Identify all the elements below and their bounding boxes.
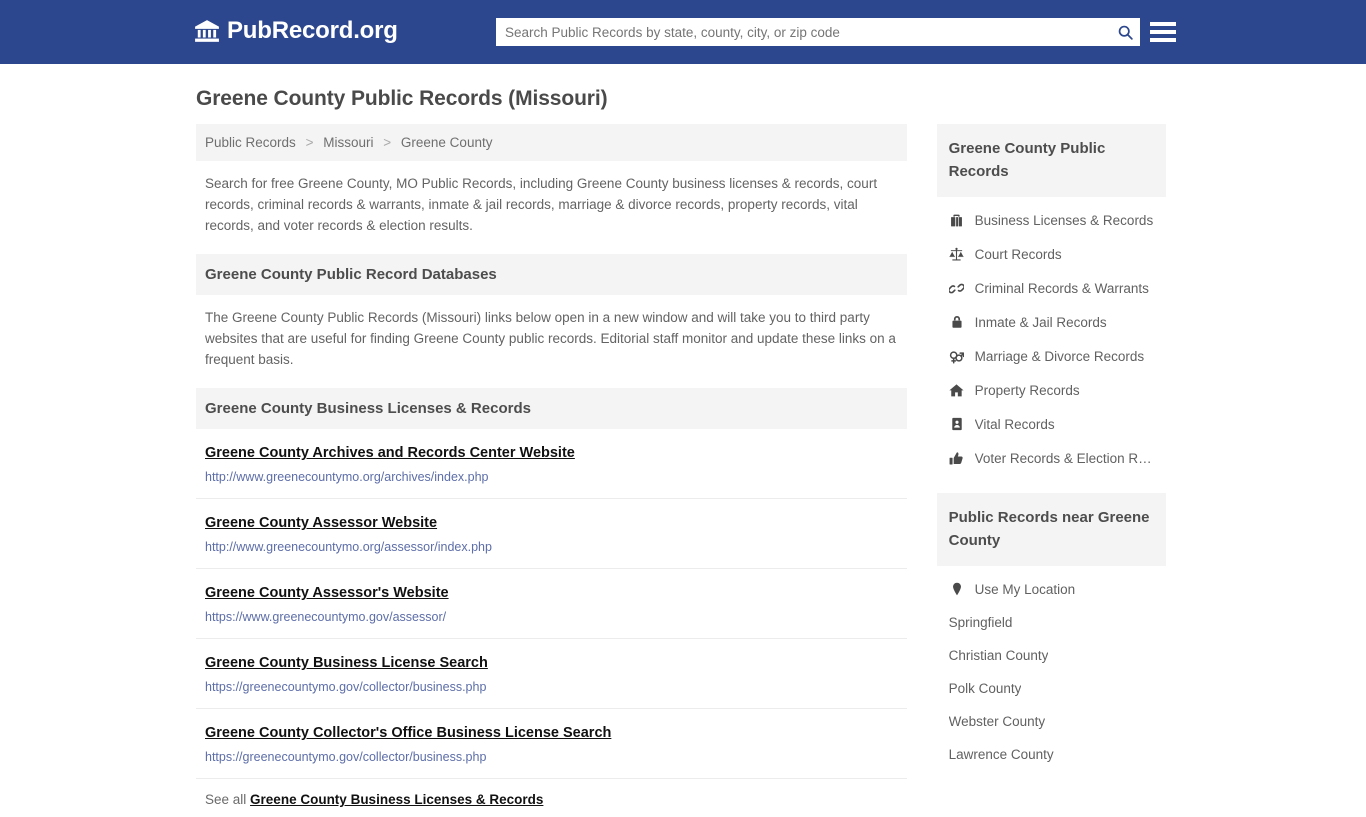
hamburger-bar-2 xyxy=(1150,30,1176,34)
page-title: Greene County Public Records (Missouri) xyxy=(196,87,608,110)
search-button[interactable] xyxy=(1110,19,1140,45)
breadcrumb-item-missouri[interactable]: Missouri xyxy=(323,135,373,150)
sidebar-item-label: Business Licenses & Records xyxy=(974,212,1154,228)
home-icon xyxy=(949,382,965,398)
breadcrumb-item-greene-county: Greene County xyxy=(400,135,493,150)
sidebar-item-label: Vital Records xyxy=(974,416,1055,432)
databases-section-heading: Greene County Public Record Databases xyxy=(196,254,907,295)
record-link-title[interactable]: Greene County Collector's Office Busines… xyxy=(205,725,611,741)
record-link-url[interactable]: http://www.greenecountymo.org/archives/i… xyxy=(205,470,898,484)
sidebar-item-webster-county[interactable]: Webster County xyxy=(937,705,1166,738)
record-link-url[interactable]: http://www.greenecountymo.org/assessor/i… xyxy=(205,540,898,554)
main-content: Public Records > Missouri > Greene Count… xyxy=(196,124,907,817)
record-link-url[interactable]: https://www.greenecountymo.gov/assessor/ xyxy=(205,610,898,624)
sidebar-item-label: Property Records xyxy=(974,382,1080,398)
sidebar-item-inmate-jail-records[interactable]: Inmate & Jail Records xyxy=(937,305,1166,339)
sidebar-item-lawrence-county[interactable]: Lawrence County xyxy=(937,738,1166,771)
sidebar-item-label: Lawrence County xyxy=(948,747,1054,762)
sidebar-near-list: Use My Location Springfield Christian Co… xyxy=(937,566,1166,771)
search-input[interactable] xyxy=(496,19,1110,45)
sidebar-item-polk-county[interactable]: Polk County xyxy=(937,672,1166,705)
sidebar-item-voter-records[interactable]: Voter Records & Election R… xyxy=(937,441,1166,475)
breadcrumb-separator: > xyxy=(383,135,392,150)
sidebar-records-heading: Greene County Public Records xyxy=(936,124,1166,197)
scales-balance-icon xyxy=(949,246,965,262)
site-header: PubRecord.org xyxy=(0,0,1366,64)
site-logo-text: PubRecord.org xyxy=(227,17,398,44)
hamburger-bar-3 xyxy=(1150,38,1176,42)
list-item: Greene County Business License Search ht… xyxy=(196,639,907,709)
sidebar-item-label: Inmate & Jail Records xyxy=(974,314,1107,330)
sidebar-records-list: Business Licenses & Records Court Record… xyxy=(937,197,1166,475)
breadcrumb: Public Records > Missouri > Greene Count… xyxy=(196,124,907,161)
sidebar-item-label: Voter Records & Election R… xyxy=(974,450,1152,466)
sidebar-item-criminal-records[interactable]: Criminal Records & Warrants xyxy=(937,271,1166,305)
list-item: Greene County Archives and Records Cente… xyxy=(196,429,907,499)
list-item: Greene County Assessor Website http://ww… xyxy=(196,499,907,569)
venus-mars-icon xyxy=(949,348,965,364)
sidebar-item-label: Court Records xyxy=(974,246,1062,262)
lock-icon xyxy=(949,314,965,330)
business-section-heading: Greene County Business Licenses & Record… xyxy=(196,388,907,429)
breadcrumb-separator: > xyxy=(305,135,314,150)
sidebar-item-label: Springfield xyxy=(948,615,1013,630)
thumbs-up-icon xyxy=(949,450,965,466)
sidebar-item-christian-county[interactable]: Christian County xyxy=(937,639,1166,672)
search-icon xyxy=(1117,24,1134,41)
record-link-title[interactable]: Greene County Archives and Records Cente… xyxy=(205,445,575,461)
id-badge-icon xyxy=(949,416,965,432)
sidebar-item-label: Webster County xyxy=(948,714,1046,729)
bank-icon xyxy=(194,18,220,44)
sidebar-item-label: Marriage & Divorce Records xyxy=(974,348,1145,364)
sidebar-item-label: Polk County xyxy=(948,681,1022,696)
see-all-link[interactable]: Greene County Business Licenses & Record… xyxy=(250,792,543,807)
sidebar-item-vital-records[interactable]: Vital Records xyxy=(937,407,1166,441)
sidebar-near-heading: Public Records near Greene County xyxy=(936,493,1166,566)
list-item: Greene County Collector's Office Busines… xyxy=(196,709,907,779)
sidebar-item-court-records[interactable]: Court Records xyxy=(937,237,1166,271)
hamburger-menu-icon[interactable] xyxy=(1150,19,1176,45)
sidebar-item-use-my-location[interactable]: Use My Location xyxy=(937,572,1166,606)
record-link-title[interactable]: Greene County Business License Search xyxy=(205,655,488,671)
list-item: Greene County Assessor's Website https:/… xyxy=(196,569,907,639)
hamburger-bar-1 xyxy=(1150,22,1176,26)
see-all-row: See all Greene County Business Licenses … xyxy=(196,779,907,817)
breadcrumb-item-public-records[interactable]: Public Records xyxy=(205,135,296,150)
sidebar-item-label: Use My Location xyxy=(974,581,1076,597)
record-link-title[interactable]: Greene County Assessor Website xyxy=(205,515,437,531)
intro-paragraph: Search for free Greene County, MO Public… xyxy=(205,176,878,233)
record-link-title[interactable]: Greene County Assessor's Website xyxy=(205,585,449,601)
search-bar xyxy=(496,18,1140,46)
sidebar: Greene County Public Records Business Li… xyxy=(936,124,1166,771)
sidebar-item-marriage-divorce-records[interactable]: Marriage & Divorce Records xyxy=(937,339,1166,373)
handcuffs-icon xyxy=(949,280,965,296)
site-logo-link[interactable]: PubRecord.org xyxy=(194,18,398,44)
record-link-url[interactable]: https://greenecountymo.gov/collector/bus… xyxy=(205,680,898,694)
databases-paragraph: The Greene County Public Records (Missou… xyxy=(205,310,896,367)
see-all-prefix: See all xyxy=(205,792,247,807)
sidebar-item-springfield[interactable]: Springfield xyxy=(937,606,1166,639)
sidebar-item-label: Christian County xyxy=(948,648,1049,663)
sidebar-item-property-records[interactable]: Property Records xyxy=(937,373,1166,407)
briefcase-icon xyxy=(949,212,965,228)
sidebar-item-label: Criminal Records & Warrants xyxy=(974,280,1149,296)
page-layout: Public Records > Missouri > Greene Count… xyxy=(196,124,1166,817)
record-link-url[interactable]: https://greenecountymo.gov/collector/bus… xyxy=(205,750,898,764)
map-pin-icon xyxy=(949,581,965,597)
sidebar-item-business-licenses[interactable]: Business Licenses & Records xyxy=(937,203,1166,237)
